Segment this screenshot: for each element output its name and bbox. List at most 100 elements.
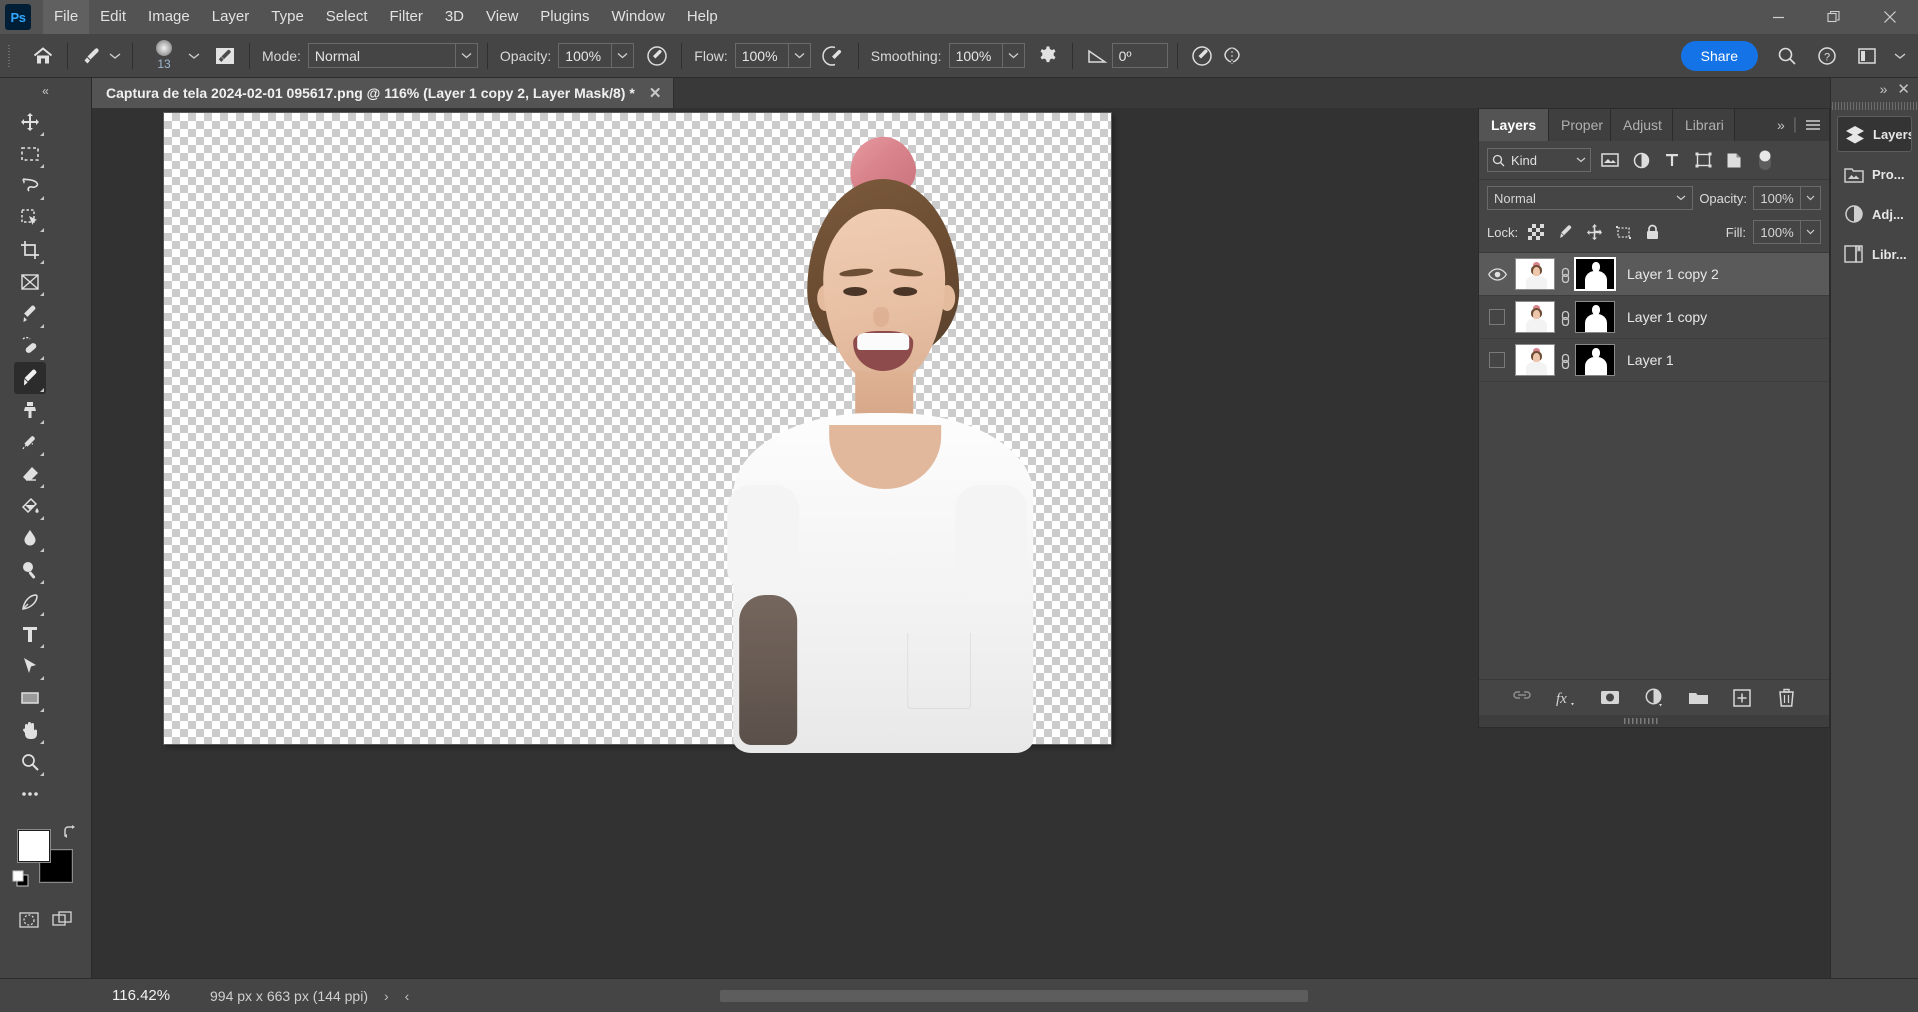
layer-mask-thumbnail[interactable] — [1574, 257, 1616, 291]
brush-angle-icon[interactable] — [1082, 41, 1112, 71]
zoom-level-input[interactable]: 116.42% — [100, 987, 192, 1004]
brush-angle-input[interactable]: 0º — [1111, 43, 1168, 68]
layer-fill-input[interactable]: 100% — [1753, 220, 1801, 244]
menu-view[interactable]: View — [475, 0, 529, 34]
brush-preset-chevron-down-icon[interactable] — [107, 52, 123, 60]
layer-blend-mode-select[interactable]: Normal — [1487, 186, 1694, 210]
rectangular-marquee-tool[interactable] — [14, 138, 46, 170]
lock-position-icon[interactable] — [1583, 221, 1605, 243]
share-button[interactable]: Share — [1680, 40, 1758, 71]
history-brush-tool[interactable] — [14, 426, 46, 458]
lock-all-icon[interactable] — [1641, 221, 1663, 243]
tab-properties[interactable]: Proper — [1549, 109, 1611, 141]
menu-3d[interactable]: 3D — [434, 0, 475, 34]
table-row[interactable]: Layer 1 copy — [1479, 296, 1829, 339]
smoothing-chevron-down-icon[interactable] — [1002, 43, 1025, 68]
blend-mode-select[interactable]: Normal — [307, 43, 478, 68]
menu-image[interactable]: Image — [137, 0, 201, 34]
table-row[interactable]: Layer 1 — [1479, 339, 1829, 382]
lock-transparent-pixels-icon[interactable] — [1525, 221, 1547, 243]
lock-image-pixels-icon[interactable] — [1554, 221, 1576, 243]
layer-thumbnail[interactable] — [1515, 301, 1555, 333]
horizontal-scrollbar[interactable] — [720, 990, 1308, 1002]
tablet-pressure-size-icon[interactable] — [1187, 41, 1217, 71]
chevron-down-icon[interactable] — [1892, 52, 1908, 60]
dock-item-layers[interactable]: Layers — [1837, 116, 1912, 152]
airbrush-icon[interactable] — [819, 41, 849, 71]
layer-thumbnail[interactable] — [1515, 344, 1555, 376]
document-tab[interactable]: Captura de tela 2024-02-01 095617.png @ … — [92, 78, 675, 108]
edit-toolbar-ellipsis-icon[interactable] — [14, 778, 46, 810]
object-selection-tool[interactable] — [14, 202, 46, 234]
filter-type-layers-icon[interactable] — [1660, 148, 1684, 172]
chevron-down-icon[interactable] — [1576, 157, 1586, 163]
zoom-tool[interactable] — [14, 746, 46, 778]
restore-button[interactable] — [1806, 0, 1862, 34]
toolbar-collapse-icon[interactable]: « — [0, 84, 91, 100]
home-icon[interactable] — [28, 41, 58, 71]
layer-mask-link-icon[interactable] — [1555, 309, 1575, 326]
close-icon[interactable]: ✕ — [649, 84, 662, 102]
crop-tool[interactable] — [14, 234, 46, 266]
layer-styles-fx-icon[interactable]: fx — [1555, 687, 1577, 709]
close-dock-icon[interactable]: ✕ — [1897, 80, 1910, 98]
opacity-input[interactable]: 100% — [558, 43, 613, 68]
layer-visibility-toggle[interactable] — [1479, 267, 1515, 281]
brush-options-chevron-down-icon[interactable] — [186, 52, 202, 60]
tab-libraries[interactable]: Librari — [1673, 109, 1735, 141]
layer-visibility-toggle[interactable] — [1479, 352, 1515, 368]
menu-layer[interactable]: Layer — [201, 0, 261, 34]
layer-fill-chevron-down-icon[interactable] — [1801, 220, 1821, 244]
add-layer-mask-icon[interactable] — [1599, 687, 1621, 709]
delete-layer-icon[interactable] — [1775, 687, 1797, 709]
layer-opacity-group[interactable]: 100% — [1753, 186, 1821, 210]
move-tool[interactable] — [14, 106, 46, 138]
flow-chevron-down-icon[interactable] — [788, 43, 811, 68]
brush-preset-icon[interactable] — [77, 41, 107, 71]
filter-adjustment-layers-icon[interactable] — [1629, 148, 1653, 172]
layer-list[interactable]: Layer 1 copy 2 Layer 1 copy Layer 1 — [1479, 252, 1829, 679]
opacity-chevron-down-icon[interactable] — [612, 43, 635, 68]
menu-plugins[interactable]: Plugins — [529, 0, 600, 34]
filter-smart-objects-icon[interactable] — [1722, 148, 1746, 172]
pen-tool[interactable] — [14, 586, 46, 618]
dock-item-properties[interactable]: Pro... — [1837, 156, 1912, 192]
flow-input[interactable]: 100% — [734, 43, 789, 68]
spot-healing-brush-tool[interactable] — [14, 330, 46, 362]
tab-adjustments[interactable]: Adjust — [1611, 109, 1673, 141]
layer-name[interactable]: Layer 1 copy 2 — [1627, 266, 1719, 282]
screen-mode-icon[interactable] — [46, 904, 78, 936]
layer-name[interactable]: Layer 1 copy — [1627, 309, 1707, 325]
status-next-arrow-icon[interactable]: › — [384, 988, 389, 1004]
filter-kind-select[interactable]: Kind — [1487, 148, 1591, 172]
frame-tool[interactable] — [14, 266, 46, 298]
brush-size-preview[interactable]: 13 — [142, 36, 186, 76]
blend-mode-chevron-down-icon[interactable] — [455, 43, 478, 68]
pressure-opacity-icon[interactable] — [642, 41, 672, 71]
minimize-button[interactable] — [1750, 0, 1806, 34]
chevron-down-icon[interactable] — [1676, 195, 1686, 201]
layer-thumbnail[interactable] — [1515, 258, 1555, 290]
lock-artboard-nesting-icon[interactable] — [1612, 221, 1634, 243]
dock-item-adjustments[interactable]: Adj... — [1837, 196, 1912, 232]
rectangle-tool[interactable] — [14, 682, 46, 714]
menu-window[interactable]: Window — [600, 0, 675, 34]
filter-shape-layers-icon[interactable] — [1691, 148, 1715, 172]
paint-symmetry-icon[interactable] — [1217, 41, 1247, 71]
layer-mask-thumbnail[interactable] — [1575, 301, 1615, 333]
brush-tool[interactable] — [14, 362, 46, 394]
filter-pixel-layers-icon[interactable] — [1598, 148, 1622, 172]
new-adjustment-layer-icon[interactable] — [1643, 687, 1665, 709]
menu-help[interactable]: Help — [676, 0, 729, 34]
quick-mask-icon[interactable] — [13, 904, 45, 936]
tab-layers[interactable]: Layers — [1479, 109, 1549, 141]
layer-mask-link-icon[interactable] — [1555, 352, 1575, 369]
lasso-tool[interactable] — [14, 170, 46, 202]
collapse-panels-icon[interactable]: » — [1880, 81, 1888, 97]
layer-opacity-input[interactable]: 100% — [1753, 186, 1801, 210]
table-row[interactable]: Layer 1 copy 2 — [1479, 253, 1829, 296]
new-layer-icon[interactable] — [1731, 687, 1753, 709]
menu-file[interactable]: File — [43, 0, 90, 34]
eraser-tool[interactable] — [14, 458, 46, 490]
canvas-area[interactable] — [92, 108, 1478, 978]
